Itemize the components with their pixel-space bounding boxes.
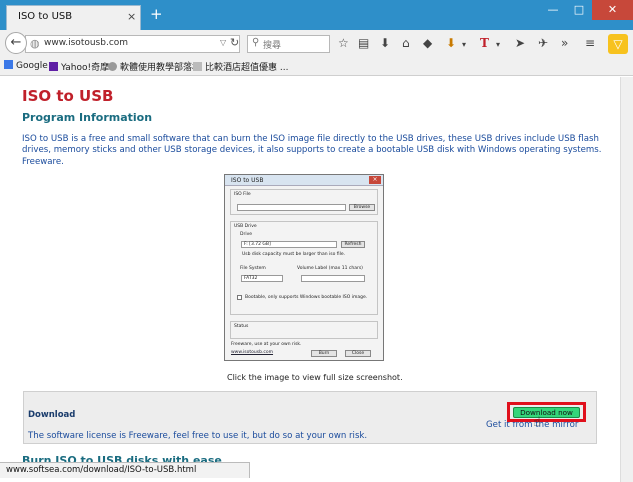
bookmark-separator: |	[187, 61, 191, 71]
search-box[interactable]: ⚲ 搜尋	[247, 35, 330, 53]
screenshot-close-icon: ×	[369, 176, 381, 184]
status-bar: www.softsea.com/download/ISO-to-USB.html	[0, 462, 250, 478]
screenshot-usb-label: USB Drive	[234, 224, 257, 229]
screenshot-volume-input	[301, 275, 365, 282]
screenshot-status-label: Status	[234, 324, 249, 329]
menu-icon[interactable]: ≡	[585, 36, 595, 50]
screenshot-fs-select: FAT32	[241, 275, 283, 282]
download-title: Download	[28, 410, 76, 420]
search-icon: ⚲	[252, 37, 260, 48]
screenshot-status-group: Status	[230, 321, 378, 339]
translate-icon[interactable]: T	[480, 36, 489, 50]
hand-cursor-icon: ☝	[533, 415, 541, 430]
screenshot-burn-button: Burn	[311, 350, 337, 357]
blog-favicon-icon	[108, 62, 117, 71]
reload-icon[interactable]: ↻	[230, 36, 239, 49]
download-now-button[interactable]: Download now	[513, 407, 580, 418]
screenshot-volume-label: Volume Label (max 11 chars)	[297, 266, 363, 271]
url-dropdown-icon[interactable]: ▽	[220, 38, 226, 47]
screenshot-usb-group: USB Drive Drive F: [3.72 GB] Refresh Usb…	[230, 221, 378, 315]
clipboard-icon[interactable]: ▤	[358, 36, 369, 50]
screenshot-iso-input	[237, 204, 346, 211]
screenshot-close-button: Close	[345, 350, 371, 357]
tab-iso-to-usb[interactable]: ISO to USB ×	[6, 5, 141, 31]
screenshot-bootable-label: Bootable, only supports Windows bootable…	[245, 295, 368, 300]
back-arrow-icon: ←	[10, 35, 22, 50]
yahoo-favicon-icon	[49, 62, 58, 71]
screenshot-site-link: www.isotousb.com	[231, 350, 274, 355]
download-helper-icon[interactable]: ⬇	[446, 36, 456, 50]
extension-badge-icon[interactable]: ▽	[608, 34, 628, 54]
license-text: The software license is Freeware, feel f…	[28, 431, 368, 441]
screenshot-drive-label: Drive	[240, 232, 252, 237]
page-favicon-icon	[193, 62, 202, 71]
app-screenshot[interactable]: ISO to USB × ISO File Browse USB Drive D…	[224, 174, 384, 361]
close-tab-icon[interactable]: ×	[127, 10, 136, 23]
screenshot-drive-select: F: [3.72 GB]	[241, 241, 337, 248]
screenshot-capacity-note: Usb disk capacity must be larger than is…	[242, 252, 346, 257]
screenshot-iso-label: ISO File	[234, 192, 251, 197]
globe-icon: ◍	[30, 37, 40, 50]
screenshot-freeware-note: Freeware, use at your own risk.	[231, 342, 302, 347]
program-description: ISO to USB is a free and small software …	[22, 134, 602, 167]
send-icon[interactable]: ➤	[515, 36, 525, 50]
search-placeholder: 搜尋	[263, 41, 282, 51]
download-section: Download Get it from the mirror Download…	[23, 391, 597, 444]
dropdown-arrow-2-icon[interactable]: ▾	[496, 38, 500, 52]
bookmark-hotels[interactable]: 比較酒店超值優惠 ...	[193, 60, 288, 73]
screenshot-titlebar: ISO to USB ×	[225, 175, 383, 186]
navigation-toolbar: ◍ www.isotousb.com ▽ ↻ ← ⚲ 搜尋 ☆ ▤ ⬇ ⌂ ◆ …	[0, 30, 633, 58]
page-scrollbar[interactable]	[620, 77, 633, 482]
screenshot-iso-group: ISO File Browse	[230, 189, 378, 215]
screenshot-browse-button: Browse	[349, 204, 375, 211]
screenshot-bootable-checkbox	[237, 295, 242, 300]
back-button[interactable]: ←	[5, 32, 27, 54]
screenshot-fs-label: File System	[240, 266, 266, 271]
share-icon[interactable]: ✈	[538, 36, 548, 50]
google-favicon-icon	[4, 60, 13, 69]
url-text[interactable]: www.isotousb.com	[44, 38, 128, 48]
tab-bar: ISO to USB × + — □ ✕	[0, 0, 633, 31]
minimize-button[interactable]: —	[540, 0, 566, 20]
url-bar[interactable]: ◍ www.isotousb.com ▽ ↻	[25, 35, 240, 53]
bookmarks-toolbar: Google Yahoo!奇摩 軟體使用教學部落格 | 比較酒店超值優惠 ...	[0, 58, 633, 76]
screenshot-window-title: ISO to USB	[231, 177, 264, 184]
section-title: Program Information	[22, 111, 153, 124]
tab-title: ISO to USB	[18, 11, 73, 22]
screenshot-caption: Click the image to view full size screen…	[227, 373, 403, 382]
bookmark-google[interactable]: Google	[4, 60, 48, 71]
overflow-chevron-icon[interactable]: »	[561, 36, 568, 50]
dropdown-arrow-icon[interactable]: ▾	[462, 38, 466, 52]
new-tab-button[interactable]: +	[150, 6, 163, 22]
next-section-heading: Burn ISO to USB disks with ease	[22, 454, 222, 462]
screenshot-refresh-button: Refresh	[341, 241, 365, 248]
bookmark-yahoo[interactable]: Yahoo!奇摩	[49, 60, 109, 73]
bookmark-star-icon[interactable]: ☆	[338, 36, 349, 50]
downloads-icon[interactable]: ⬇	[380, 36, 390, 50]
page-title: ISO to USB	[22, 87, 114, 105]
status-url: www.softsea.com/download/ISO-to-USB.html	[6, 465, 197, 475]
close-window-button[interactable]: ✕	[592, 0, 633, 20]
home-icon[interactable]: ⌂	[402, 36, 410, 50]
page-content: ISO to USB Program Information ISO to US…	[0, 77, 633, 462]
maximize-button[interactable]: □	[566, 0, 592, 20]
pocket-icon[interactable]: ◆	[423, 36, 432, 50]
